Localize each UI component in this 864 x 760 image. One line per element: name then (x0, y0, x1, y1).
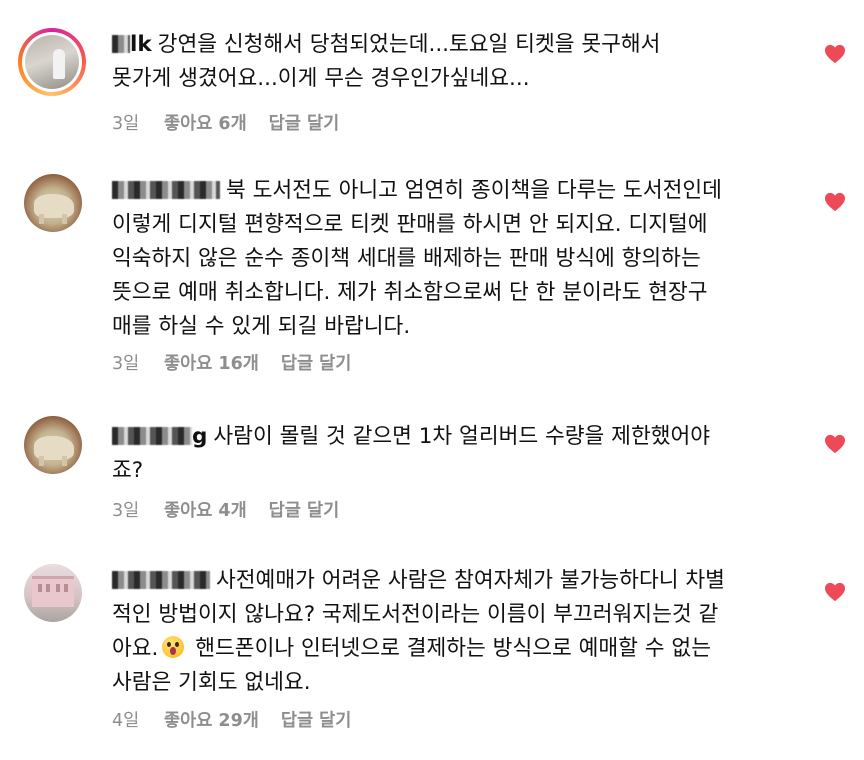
timestamp[interactable]: 4일 (112, 707, 164, 732)
heart-icon[interactable] (824, 582, 846, 602)
avatar[interactable] (18, 28, 86, 96)
heart-icon[interactable] (824, 44, 846, 64)
username[interactable] (112, 564, 210, 598)
heart-icon[interactable] (824, 192, 846, 212)
reply-button[interactable]: 답글 달기 (281, 707, 352, 732)
comment-meta: 3일 좋아요 16개 답글 달기 (112, 350, 351, 375)
timestamp[interactable]: 3일 (112, 350, 164, 375)
comment-text: 사전예매가 어려운 사람은 참여자체가 불가능하다니 차별 적인 방법이지 않나… (112, 564, 802, 700)
comment-meta: 4일 좋아요 29개 답글 달기 (112, 707, 351, 732)
reply-button[interactable]: 답글 달기 (281, 350, 352, 375)
likes-count[interactable]: 좋아요 6개 (164, 110, 247, 135)
reply-button[interactable]: 답글 달기 (269, 110, 340, 135)
username[interactable] (112, 174, 220, 208)
username[interactable]: lk (112, 28, 152, 62)
likes-count[interactable]: 좋아요 16개 (164, 350, 259, 375)
timestamp[interactable]: 3일 (112, 110, 164, 135)
avatar[interactable] (24, 416, 82, 474)
comment-text: g 사람이 몰릴 것 같으면 1차 얼리버드 수량을 제한했어야 죠? (112, 420, 802, 488)
avatar[interactable] (24, 564, 82, 622)
likes-count[interactable]: 좋아요 4개 (164, 497, 247, 522)
reply-button[interactable]: 답글 달기 (269, 497, 340, 522)
astonished-face-icon (162, 636, 185, 658)
avatar[interactable] (24, 174, 82, 232)
timestamp[interactable]: 3일 (112, 497, 164, 522)
likes-count[interactable]: 좋아요 29개 (164, 707, 259, 732)
username[interactable]: g (112, 420, 207, 454)
comment-text: 북 도서전도 아니고 엄연히 종이책을 다루는 도서전인데 이렇게 디지털 편향… (112, 174, 802, 344)
comment-text: lk 강연을 신청해서 당첨되었는데...토요일 티켓을 못구해서 못가게 생겼어… (112, 28, 802, 96)
heart-icon[interactable] (824, 434, 846, 454)
comment-meta: 3일 좋아요 6개 답글 달기 (112, 110, 339, 135)
comment-meta: 3일 좋아요 4개 답글 달기 (112, 497, 339, 522)
